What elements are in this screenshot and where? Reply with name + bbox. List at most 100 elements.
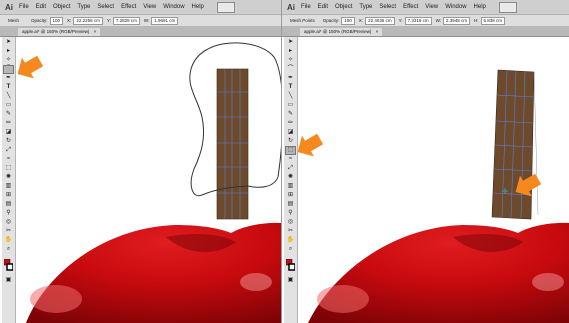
document-tab-title: apple.ai* @ 150% (RGB/Preview) — [22, 29, 90, 34]
mesh-icon[interactable]: ⊞ — [4, 192, 13, 199]
document-tab[interactable]: apple.ai* @ 150% (RGB/Preview) × — [300, 28, 383, 36]
menu-help[interactable]: Help — [192, 4, 204, 10]
graph-icon[interactable]: ▥ — [4, 183, 13, 190]
scale-icon[interactable]: ⤢ — [4, 147, 13, 154]
menu-effect[interactable]: Effect — [403, 4, 418, 10]
menu-file[interactable]: File — [301, 4, 311, 10]
opacity-field[interactable]: 100 — [49, 16, 64, 25]
slice-icon[interactable]: ✂ — [286, 228, 295, 235]
graph-icon[interactable]: ▥ — [286, 183, 295, 190]
opacity-field[interactable]: 100 — [341, 16, 355, 25]
y-field[interactable]: 7.3318 cm — [404, 16, 432, 25]
magic-wand-icon[interactable]: ✧ — [286, 57, 295, 64]
menu-select[interactable]: Select — [97, 4, 114, 10]
menu-bar: Ai File Edit Object Type Select Effect V… — [282, 0, 569, 15]
right-screenshot-panel: Ai File Edit Object Type Select Effect V… — [282, 0, 569, 323]
tab-close-icon[interactable]: × — [94, 29, 97, 34]
h-label: H: — [474, 18, 479, 23]
symbol-sprayer-icon[interactable]: ✺ — [4, 174, 13, 181]
workspace-switcher-button[interactable] — [498, 1, 517, 13]
w-field[interactable]: 2.3948 cm — [443, 16, 471, 25]
line-icon[interactable]: ╲ — [286, 93, 295, 100]
lasso-icon[interactable]: ⌒ — [3, 65, 14, 74]
magic-wand-icon[interactable]: ✧ — [4, 57, 13, 64]
menu-edit[interactable]: Edit — [36, 4, 46, 10]
slice-icon[interactable]: ✂ — [4, 228, 13, 235]
menu-file[interactable]: File — [19, 4, 29, 10]
menu-select[interactable]: Select — [379, 4, 396, 10]
h-field[interactable]: 6.838 cm — [480, 16, 506, 25]
hand-icon[interactable]: ✋ — [4, 237, 13, 244]
x-field[interactable]: 22.4035 cm — [365, 16, 395, 25]
fill-stroke-icon[interactable] — [3, 258, 14, 271]
control-bar: Mesh Opacity: 100 X: 22.2258 cm Y: 7.282… — [0, 15, 281, 27]
document-tab-strip: apple.ai* @ 150% (RGB/Preview) × — [282, 27, 569, 37]
left-screenshot-panel: Ai File Edit Object Type Select Effect V… — [0, 0, 281, 323]
opacity-label: Opacity: — [31, 18, 48, 23]
direct-selection-icon[interactable]: ▸ — [286, 48, 295, 55]
menu-type[interactable]: Type — [359, 4, 372, 10]
menu-window[interactable]: Window — [163, 4, 184, 10]
scale-icon[interactable]: ⤢ — [286, 165, 295, 172]
y-label: Y: — [398, 18, 403, 23]
x-field[interactable]: 22.2258 cm — [73, 16, 103, 25]
selection-arrow-icon[interactable]: ➤ — [286, 39, 295, 46]
y-label: Y: — [106, 18, 111, 23]
menu-help[interactable]: Help — [474, 4, 486, 10]
type-icon[interactable]: T — [4, 84, 13, 91]
w-field[interactable]: 1.9691 cm — [151, 16, 179, 25]
menu-effect[interactable]: Effect — [121, 4, 136, 10]
line-icon[interactable]: ╲ — [4, 93, 13, 100]
direct-selection-icon[interactable]: ▸ — [4, 48, 13, 55]
control-bar-label: Mesh Points — [290, 18, 315, 23]
eyedropper-icon[interactable]: ⚲ — [286, 210, 295, 217]
document-tab[interactable]: apple.ai* @ 150% (RGB/Preview) × — [18, 28, 101, 36]
menu-view[interactable]: View — [425, 4, 438, 10]
callout-arrow-icon — [297, 133, 324, 157]
eyedropper-icon[interactable]: ⚲ — [4, 210, 13, 217]
artboard-canvas[interactable] — [16, 37, 281, 323]
tab-close-icon[interactable]: × — [376, 29, 379, 34]
menu-object[interactable]: Object — [335, 4, 352, 10]
screen-mode-icon[interactable]: ▣ — [4, 277, 13, 284]
rectangle-icon[interactable]: ▭ — [286, 102, 295, 109]
document-tab-strip: apple.ai* @ 150% (RGB/Preview) × — [0, 27, 281, 37]
selection-arrow-icon[interactable]: ➤ — [4, 39, 13, 46]
pen-icon[interactable]: ✒ — [4, 75, 13, 82]
zoom-icon[interactable]: ⌕ — [4, 246, 13, 253]
screen-mode-icon[interactable]: ▣ — [286, 277, 295, 284]
free-transform-icon[interactable]: ⬚ — [4, 165, 13, 172]
mesh-icon[interactable]: ⊞ — [286, 192, 295, 199]
menu-edit[interactable]: Edit — [318, 4, 328, 10]
lasso-icon[interactable]: ⌒ — [286, 66, 295, 73]
gradient-icon[interactable]: ▤ — [286, 201, 295, 208]
eraser-icon[interactable]: ◪ — [4, 129, 13, 136]
pen-icon[interactable]: ✒ — [286, 75, 295, 82]
blend-icon[interactable]: ◎ — [4, 219, 13, 226]
gradient-icon[interactable]: ▤ — [4, 201, 13, 208]
opacity-label: Opacity: — [322, 18, 340, 23]
menu-type[interactable]: Type — [77, 4, 90, 10]
menu-object[interactable]: Object — [53, 4, 70, 10]
x-label: X: — [67, 18, 72, 23]
workspace-switcher-button[interactable] — [216, 1, 235, 13]
pencil-icon[interactable]: ✏ — [4, 120, 13, 127]
zoom-icon[interactable]: ⌕ — [286, 246, 295, 253]
brush-icon[interactable]: ✎ — [4, 111, 13, 118]
type-icon[interactable]: T — [286, 84, 295, 91]
pencil-icon[interactable]: ✏ — [286, 120, 295, 127]
tools-panel: ➤ ▸ ✧ ⌒ ✒ T ╲ ▭ ✎ ✏ ◪ ↻ ⤢ ≈ ⬚ ✺ ▥ ⊞ ▤ ⚲ … — [2, 37, 16, 323]
blend-icon[interactable]: ◎ — [286, 219, 295, 226]
warp-icon[interactable]: ≈ — [4, 156, 13, 163]
brush-icon[interactable]: ✎ — [286, 111, 295, 118]
w-label: W: — [435, 18, 442, 23]
rotate-icon[interactable]: ↻ — [4, 138, 13, 145]
menu-view[interactable]: View — [143, 4, 156, 10]
y-field[interactable]: 7.2828 cm — [112, 16, 140, 25]
fill-stroke-icon[interactable] — [285, 258, 296, 271]
symbol-sprayer-icon[interactable]: ✺ — [286, 174, 295, 181]
hand-icon[interactable]: ✋ — [286, 237, 295, 244]
x-label: X: — [358, 18, 364, 23]
menu-window[interactable]: Window — [445, 4, 466, 10]
rectangle-icon[interactable]: ▭ — [4, 102, 13, 109]
